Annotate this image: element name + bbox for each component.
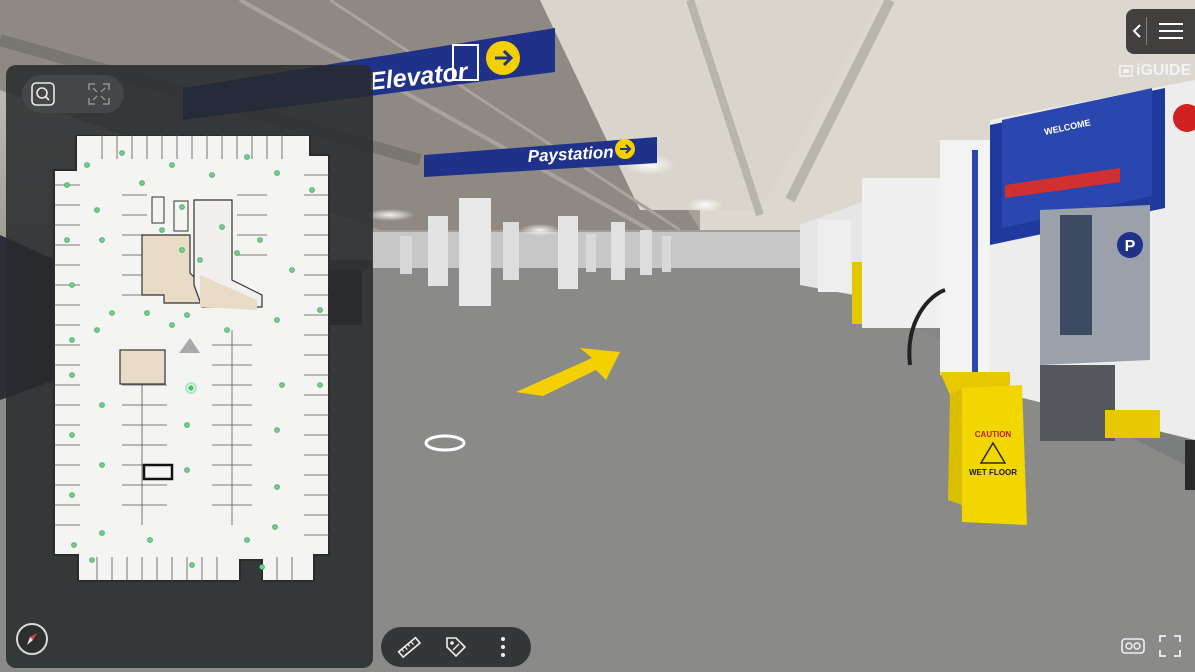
svg-text:WET FLOOR: WET FLOOR <box>969 468 1017 477</box>
expand-icon[interactable] <box>84 79 114 109</box>
compass-icon[interactable] <box>16 623 48 655</box>
caution-sign: CAUTION <box>975 430 1012 439</box>
bottom-toolbar <box>381 627 531 667</box>
floorplan-map[interactable] <box>52 135 332 583</box>
floorplan-toolbar <box>22 75 124 113</box>
vr-headset-icon[interactable] <box>1120 633 1146 659</box>
parking-p-sign: P <box>1125 238 1136 255</box>
tag-icon[interactable] <box>441 632 471 662</box>
hamburger-icon[interactable] <box>1156 20 1186 42</box>
menu-button[interactable] <box>1126 9 1195 54</box>
ruler-icon[interactable] <box>394 632 424 662</box>
floorplan-panel <box>6 65 373 668</box>
zoom-search-icon[interactable] <box>28 79 58 109</box>
brand-name: iGUIDE <box>1136 62 1192 79</box>
fullscreen-icon[interactable] <box>1157 633 1183 659</box>
more-vertical-icon[interactable] <box>488 632 518 662</box>
iguide-logo-icon <box>1119 65 1133 77</box>
chevron-left-icon[interactable] <box>1130 21 1144 41</box>
menu-divider <box>1146 17 1147 45</box>
iguide-logo[interactable]: iGUIDE <box>1119 60 1193 82</box>
